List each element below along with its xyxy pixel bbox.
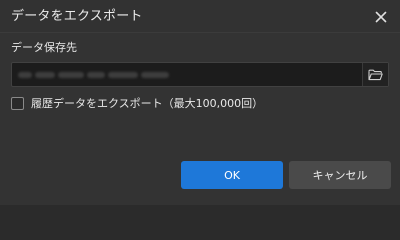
export-history-label: 履歴データをエクスポート（最大100,000回） — [31, 96, 264, 110]
dialog-titlebar: データをエクスポート — [0, 0, 400, 33]
browse-folder-button[interactable] — [362, 63, 388, 86]
folder-icon — [368, 69, 383, 80]
export-history-option[interactable]: 履歴データをエクスポート（最大100,000回） — [11, 96, 263, 111]
dialog-title: データをエクスポート — [11, 9, 143, 24]
cancel-button[interactable]: キャンセル — [289, 161, 391, 189]
save-location-field — [11, 62, 389, 87]
close-button[interactable] — [368, 4, 394, 30]
export-data-dialog: データをエクスポート データ保存先 履歴データをエクスポート（最大100,000… — [0, 0, 400, 205]
save-location-label: データ保存先 — [11, 41, 77, 54]
obscured-path-text — [18, 69, 188, 80]
close-icon — [375, 11, 387, 23]
export-history-checkbox[interactable] — [11, 97, 24, 110]
ok-button[interactable]: OK — [181, 161, 283, 189]
